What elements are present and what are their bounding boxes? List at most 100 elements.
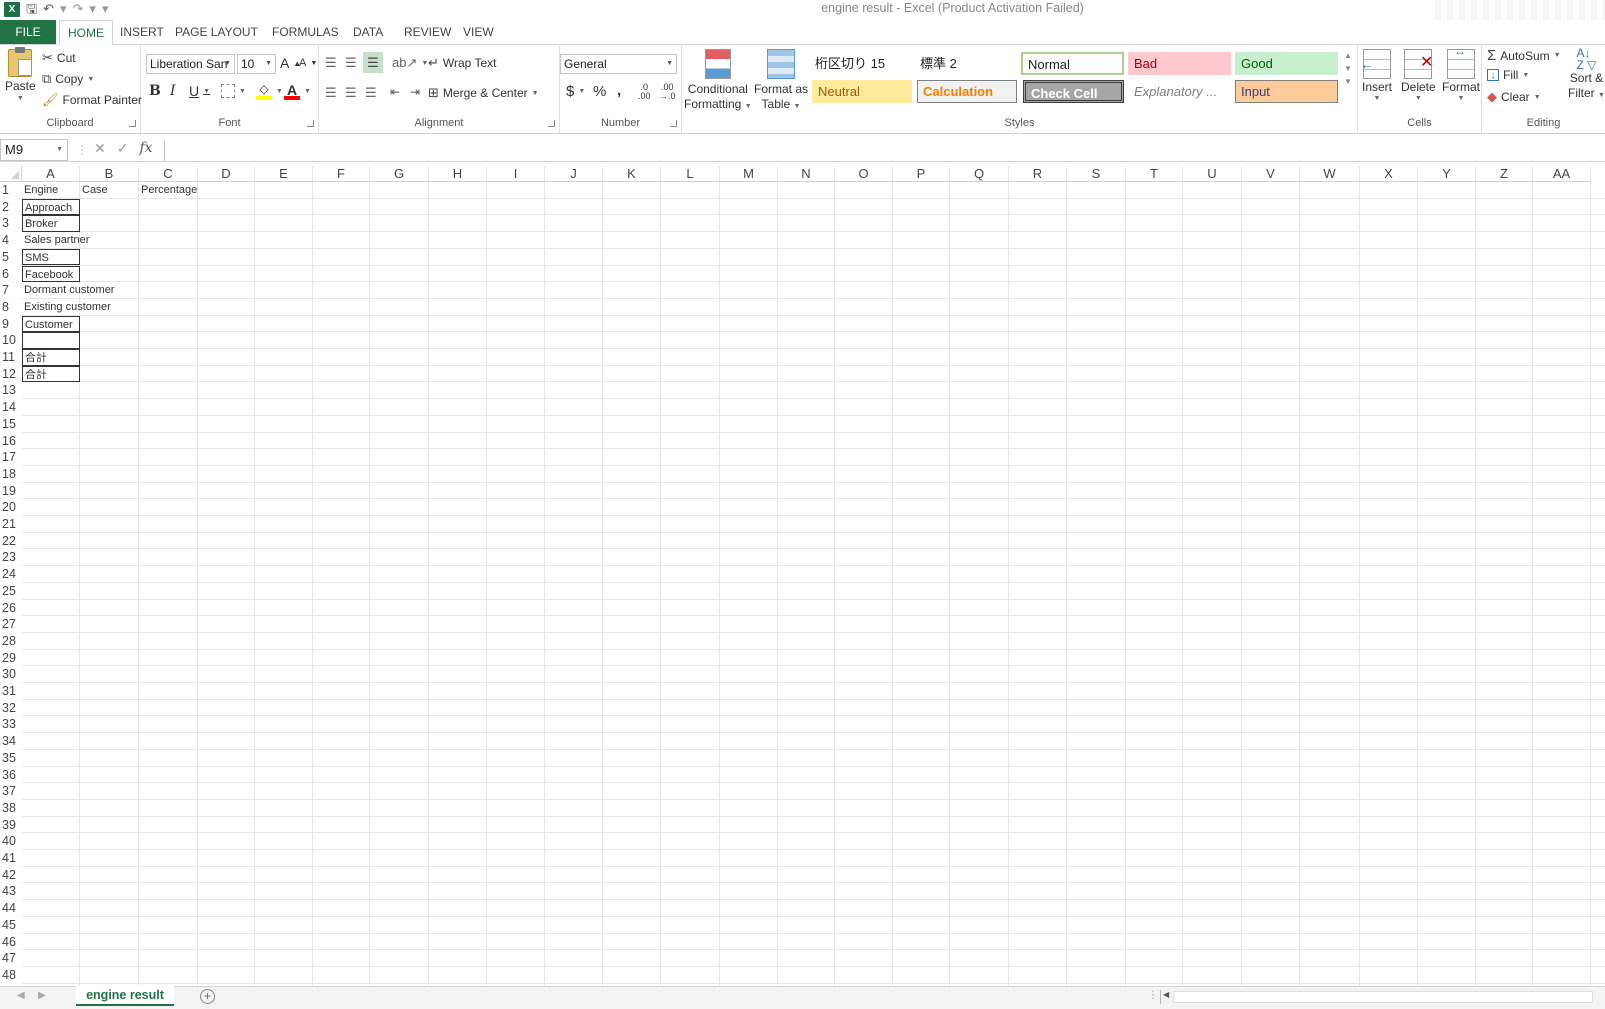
tab-home[interactable]: HOME xyxy=(59,20,113,45)
paste-button[interactable]: Paste ▼ xyxy=(5,47,36,102)
bold-button[interactable]: B xyxy=(149,83,161,99)
decrease-decimal-button[interactable]: .00 →.0 xyxy=(659,83,676,101)
row-header-15[interactable]: 15 xyxy=(0,416,22,433)
row-header-22[interactable]: 22 xyxy=(0,533,22,550)
row-header-39[interactable]: 39 xyxy=(0,817,22,834)
font-color-button[interactable]: A ▼ xyxy=(284,82,311,100)
fill-button[interactable]: ↓ Fill ▼ xyxy=(1487,68,1529,82)
dialog-launcher-icon[interactable] xyxy=(670,120,677,127)
column-header-l[interactable]: L xyxy=(661,166,720,182)
column-header-t[interactable]: T xyxy=(1126,166,1183,182)
name-box[interactable]: M9 ▼ xyxy=(0,139,68,161)
column-header-p[interactable]: P xyxy=(893,166,950,182)
row-header-2[interactable]: 2 xyxy=(0,199,22,216)
row-header-48[interactable]: 48 xyxy=(0,967,22,984)
row-header-20[interactable]: 20 xyxy=(0,499,22,516)
column-header-c[interactable]: C xyxy=(139,166,198,182)
row-header-11[interactable]: 11 xyxy=(0,349,22,366)
fill-color-button[interactable]: ◇ ▼ xyxy=(256,82,283,100)
row-header-40[interactable]: 40 xyxy=(0,833,22,850)
row-header-14[interactable]: 14 xyxy=(0,399,22,416)
row-header-25[interactable]: 25 xyxy=(0,583,22,600)
column-header-g[interactable]: G xyxy=(370,166,429,182)
enter-icon[interactable]: ✓ xyxy=(117,140,129,157)
align-right-button[interactable]: ☰ xyxy=(365,85,377,101)
cell-a12[interactable]: 合計 xyxy=(22,365,80,383)
tab-page-layout[interactable]: PAGE LAYOUT xyxy=(167,20,266,44)
row-header-31[interactable]: 31 xyxy=(0,683,22,700)
font-size-select[interactable]: 10 ▼ xyxy=(237,54,276,74)
row-header-21[interactable]: 21 xyxy=(0,516,22,533)
cell-c1[interactable]: Percentage xyxy=(139,182,197,199)
tab-formulas[interactable]: FORMULAS xyxy=(264,20,347,44)
row-header-3[interactable]: 3 xyxy=(0,215,22,232)
cell-a3[interactable]: Broker xyxy=(22,215,80,233)
wrap-text-button[interactable]: ↵ Wrap Text xyxy=(428,55,496,71)
align-middle-button[interactable]: ☰ xyxy=(345,55,357,71)
row-header-30[interactable]: 30 xyxy=(0,666,22,683)
autosum-button[interactable]: Σ AutoSum ▼ xyxy=(1487,47,1561,64)
row-header-38[interactable]: 38 xyxy=(0,800,22,817)
cell-b1[interactable]: Case xyxy=(80,182,108,199)
format-as-table-button[interactable]: Format as Table ▼ xyxy=(754,49,808,114)
column-header-a[interactable]: A xyxy=(22,166,80,182)
cell-a6[interactable]: Facebook xyxy=(22,265,80,283)
style-cell-keta[interactable]: 桁区切り 15 xyxy=(809,52,909,75)
row-header-9[interactable]: 9 xyxy=(0,316,22,333)
insert-function-icon[interactable]: fx xyxy=(139,140,152,157)
column-header-d[interactable]: D xyxy=(198,166,255,182)
tab-review[interactable]: REVIEW xyxy=(396,20,459,44)
cell-a11[interactable]: 合計 xyxy=(22,349,80,366)
cell-a7[interactable]: Dormant customer xyxy=(22,282,114,299)
font-name-select[interactable]: Liberation Sans ▼ xyxy=(146,54,235,74)
cell-a9[interactable]: Customer xyxy=(22,315,80,333)
column-header-w[interactable]: W xyxy=(1300,166,1360,182)
column-header-i[interactable]: I xyxy=(487,166,545,182)
conditional-formatting-button[interactable]: Conditional Formatting ▼ xyxy=(684,49,752,114)
row-header-34[interactable]: 34 xyxy=(0,733,22,750)
row-header-32[interactable]: 32 xyxy=(0,700,22,717)
cell-a1[interactable]: Engine xyxy=(22,182,58,199)
scroll-right-icon[interactable]: ▶ xyxy=(38,990,46,1001)
column-header-o[interactable]: O xyxy=(835,166,893,182)
row-header-44[interactable]: 44 xyxy=(0,900,22,917)
splitter-icon[interactable]: ⋮ xyxy=(1148,990,1158,1001)
row-header-5[interactable]: 5 xyxy=(0,249,22,266)
column-header-n[interactable]: N xyxy=(778,166,835,182)
column-header-aa[interactable]: AA xyxy=(1533,166,1591,182)
row-header-36[interactable]: 36 xyxy=(0,767,22,784)
row-header-27[interactable]: 27 xyxy=(0,616,22,633)
delete-cells-button[interactable]: ✕ Delete ▼ xyxy=(1401,49,1436,102)
column-header-u[interactable]: U xyxy=(1183,166,1242,182)
styles-gallery-scroll[interactable]: ▲ ▼ ▼ xyxy=(1344,51,1352,86)
align-bottom-button[interactable]: ☰ xyxy=(363,52,383,73)
insert-cells-button[interactable]: ← Insert ▼ xyxy=(1360,49,1392,102)
cell-a2[interactable]: Approach xyxy=(22,198,80,216)
increase-indent-button[interactable]: ⇥ xyxy=(410,85,420,99)
column-header-v[interactable]: V xyxy=(1242,166,1300,182)
column-header-q[interactable]: Q xyxy=(950,166,1009,182)
row-header-13[interactable]: 13 xyxy=(0,382,22,399)
column-header-b[interactable]: B xyxy=(80,166,139,182)
cancel-icon[interactable]: ✕ xyxy=(94,140,106,157)
row-header-45[interactable]: 45 xyxy=(0,917,22,934)
add-sheet-icon[interactable]: + xyxy=(200,989,215,1004)
cell-a4[interactable]: Sales partner xyxy=(22,232,89,249)
row-header-8[interactable]: 8 xyxy=(0,299,22,316)
row-header-43[interactable]: 43 xyxy=(0,883,22,900)
row-header-26[interactable]: 26 xyxy=(0,600,22,617)
column-header-s[interactable]: S xyxy=(1067,166,1126,182)
style-cell-normal[interactable]: Normal xyxy=(1021,52,1124,75)
row-header-47[interactable]: 47 xyxy=(0,950,22,967)
shrink-font-button[interactable]: A ▼ xyxy=(299,57,317,69)
style-cell-explanatory[interactable]: Explanatory ... xyxy=(1128,80,1231,103)
column-header-h[interactable]: H xyxy=(429,166,487,182)
row-header-37[interactable]: 37 xyxy=(0,783,22,800)
dialog-launcher-icon[interactable] xyxy=(307,120,314,127)
formula-input[interactable] xyxy=(164,139,1605,161)
cell-a10[interactable] xyxy=(22,332,80,349)
style-cell-calculation[interactable]: Calculation xyxy=(917,80,1017,103)
comma-button[interactable]: , xyxy=(617,82,621,99)
sheet-tab-engine-result[interactable]: engine result xyxy=(76,986,174,1006)
tab-data[interactable]: DATA xyxy=(345,20,391,44)
